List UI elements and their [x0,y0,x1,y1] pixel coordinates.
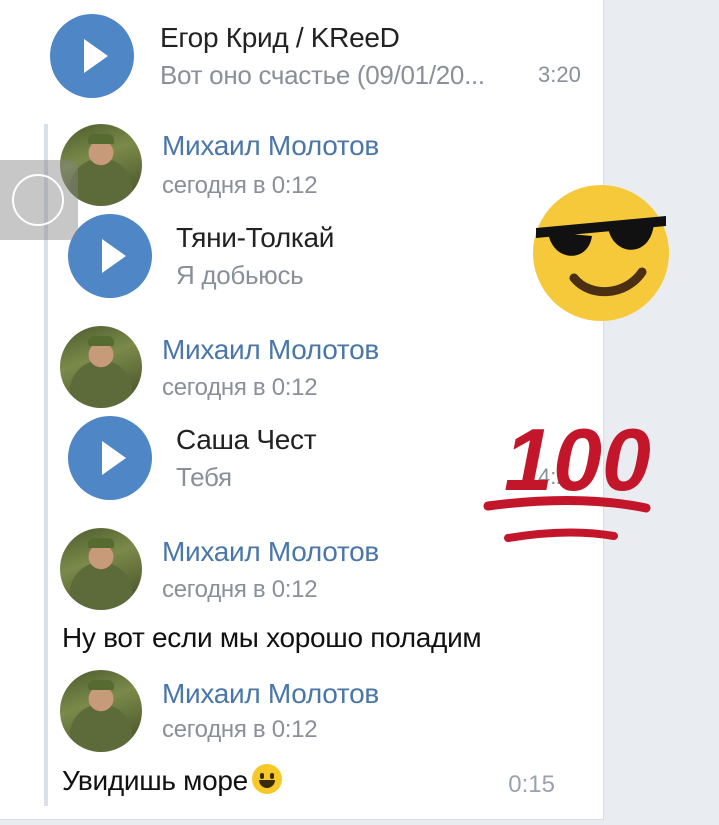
play-icon[interactable] [68,416,152,500]
message-time: сегодня в 0:12 [162,172,318,199]
scroll-handle[interactable] [0,160,78,240]
sender-name[interactable]: Михаил Молотов [162,334,379,366]
message-text: Увидишь море [62,764,282,797]
handle-ring-icon [12,174,64,226]
track-title: Тяни-Толкай [176,222,335,253]
track-duration: 3:20 [538,62,581,87]
hundred-text: 100 [504,410,651,509]
avatar[interactable] [60,528,142,610]
play-icon[interactable] [68,214,152,298]
message-text: Ну вот если мы хорошо поладим [62,622,482,653]
smiley-emoji [251,764,282,794]
play-icon[interactable] [50,14,134,98]
track-title: Саша Чест [176,424,317,455]
hundred-points-emoji: 100 [483,410,651,542]
message-time: сегодня в 0:12 [162,576,318,603]
message-time: сегодня в 0:12 [162,716,318,743]
track-title: Егор Крид / KReeD [160,22,400,53]
sender-name[interactable]: Михаил Молотов [162,130,379,162]
message-time: сегодня в 0:12 [162,374,318,401]
track-artist: Тебя [176,462,232,492]
avatar[interactable] [60,670,142,752]
track-artist: Вот оно счастье (09/01/20... [160,60,485,90]
sunglasses-emoji [533,185,669,321]
track-artist: Я добьюсь [176,260,304,290]
sender-name[interactable]: Михаил Молотов [162,536,379,568]
sender-name[interactable]: Михаил Молотов [162,678,379,710]
message-text-label: Увидишь море [62,765,248,796]
message-timestamp: 0:15 [508,771,555,798]
avatar[interactable] [60,326,142,408]
